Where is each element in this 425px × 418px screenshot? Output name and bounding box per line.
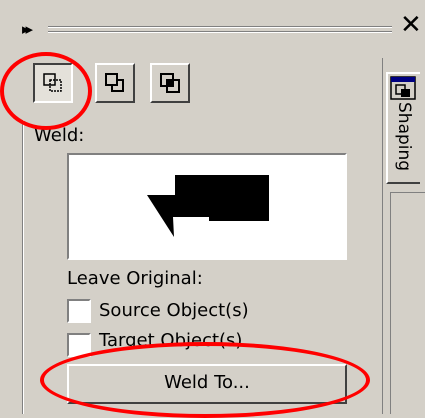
shaping-tab-label: Shaping xyxy=(394,102,414,172)
source-object-checkbox[interactable] xyxy=(67,299,91,323)
intersect-mode-button[interactable] xyxy=(150,63,190,103)
collapse-icon[interactable]: ▸▸ xyxy=(22,20,33,38)
shaping-tab-icon xyxy=(390,76,416,100)
side-docker-inner xyxy=(390,192,425,414)
docker-title-bar: ▸▸ ✕ xyxy=(0,0,425,60)
source-object-label: Source Object(s) xyxy=(99,300,249,321)
trim-icon xyxy=(105,73,124,92)
leave-original-label: Leave Original: xyxy=(67,268,203,289)
shaping-tab[interactable]: Shaping xyxy=(386,72,420,184)
title-grip-line xyxy=(48,31,392,33)
preview-shape xyxy=(147,175,269,237)
trim-mode-button[interactable] xyxy=(95,63,135,103)
panel-frame xyxy=(22,120,24,414)
close-icon[interactable]: ✕ xyxy=(400,12,422,38)
annotation-circle-weld-mode xyxy=(0,52,92,130)
intersect-icon xyxy=(160,73,180,93)
title-grip-line xyxy=(48,26,392,28)
preview-box xyxy=(67,153,347,260)
annotation-circle-weld-to xyxy=(40,342,370,418)
